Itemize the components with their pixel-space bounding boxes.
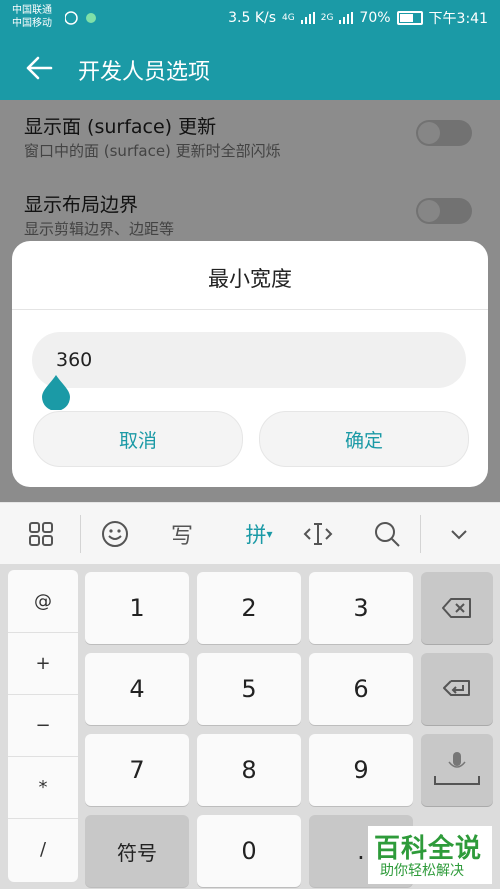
divider [12,309,488,310]
status-bar: 中国联通 中国移动 3.5 K/s 4G 2G 70% 下午3:41 [0,0,500,36]
battery-percent: 70% [359,10,391,26]
digit-key-zero[interactable]: 0 [197,815,301,887]
grid-icon[interactable] [26,519,56,549]
watermark-subtitle: 助你轻松解决 [380,863,464,879]
digit-key[interactable]: 3 [309,572,413,644]
enter-icon [443,680,470,696]
toolbar-separator [80,515,81,553]
cancel-button[interactable]: 取消 [33,411,243,467]
symbol-column: @ + − * / [8,570,78,882]
microphone-icon [434,752,480,785]
digit-key[interactable]: 8 [197,734,301,806]
dialog-title: 最小宽度 [208,267,292,291]
space-voice-key[interactable] [421,734,493,806]
signal-icon [300,12,315,24]
emoji-icon[interactable] [100,519,130,549]
pinyin-icon[interactable]: 拼 ▾ [236,519,282,549]
backspace-key[interactable] [421,572,493,644]
symbol-key[interactable]: @ [8,570,78,633]
digit-key[interactable]: 6 [309,653,413,725]
symbol-key[interactable]: * [8,756,78,819]
carrier-1: 中国联通 [12,5,52,16]
enter-key[interactable] [421,653,493,725]
signal-1-label: 4G [282,13,295,23]
width-input-value: 360 [56,349,93,371]
signal-2-label: 2G [320,13,334,23]
app-bar: 开发人员选项 [0,36,500,100]
digit-key[interactable]: 4 [85,653,189,725]
symbol-key[interactable]: − [8,694,78,757]
digit-key[interactable]: 7 [85,734,189,806]
symbols-key[interactable]: 符号 [85,815,189,887]
pinyin-label: 拼 [245,523,267,547]
toolbar-separator [420,515,421,553]
width-input[interactable]: 360 [32,332,466,388]
carrier-names: 中国联通 中国移动 [12,4,52,30]
battery-icon [396,11,423,25]
min-width-dialog: 最小宽度 360 取消 确定 [12,241,488,487]
back-arrow-icon[interactable] [24,53,54,83]
page-title: 开发人员选项 [78,60,211,85]
network-speed: 3.5 K/s [228,10,277,26]
clock: 下午3:41 [428,11,488,27]
digit-key[interactable]: 9 [309,734,413,806]
symbol-key[interactable]: + [8,632,78,695]
backspace-icon [442,598,471,618]
digit-key[interactable]: 2 [197,572,301,644]
notification-icons [65,11,96,25]
status-right: 3.5 K/s 4G 2G 70% 下午3:41 [228,8,488,28]
cursor-icon[interactable] [303,519,333,549]
text-cursor-handle-icon[interactable] [40,374,72,410]
symbol-key[interactable]: / [8,818,78,880]
confirm-button[interactable]: 确定 [259,411,469,467]
carrier-2: 中国移动 [12,18,52,29]
digit-key[interactable]: 1 [85,572,189,644]
digit-key[interactable]: 5 [197,653,301,725]
handwrite-icon[interactable]: 写 [167,519,197,549]
watermark-logo: 百科全说 助你轻松解决 [368,826,492,884]
search-icon[interactable] [372,519,402,549]
signal-icon [339,12,354,24]
keyboard-toolbar: 写 拼 ▾ [0,502,500,565]
collapse-icon[interactable] [444,519,474,549]
